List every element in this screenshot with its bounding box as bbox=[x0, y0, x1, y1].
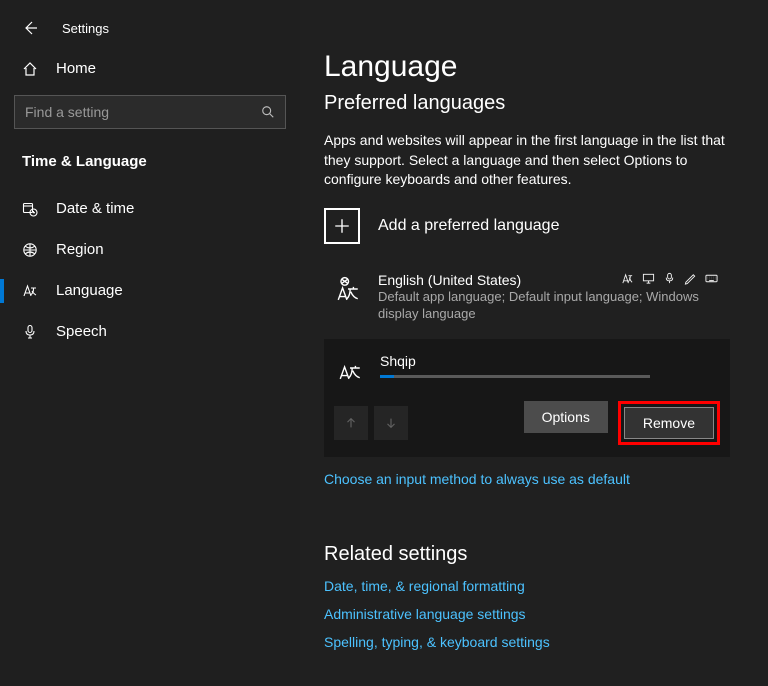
language-name: Shqip bbox=[380, 353, 720, 369]
language-meta: Default app language; Default input lang… bbox=[378, 288, 718, 323]
choose-input-link[interactable]: Choose an input method to always use as … bbox=[324, 471, 730, 487]
move-up-button[interactable] bbox=[334, 406, 368, 440]
home-icon bbox=[22, 61, 38, 77]
add-language-label: Add a preferred language bbox=[378, 217, 559, 235]
handwriting-badge-icon bbox=[684, 272, 697, 285]
sidebar-item-date-time[interactable]: Date & time bbox=[0, 188, 300, 229]
sidebar-item-label: Speech bbox=[56, 323, 107, 340]
sidebar-item-label: Region bbox=[56, 241, 104, 258]
related-link[interactable]: Date, time, & regional formatting bbox=[324, 578, 730, 594]
language-char-badge-icon bbox=[621, 272, 634, 285]
content: Language Preferred languages Apps and we… bbox=[300, 0, 768, 686]
language-icon bbox=[22, 283, 38, 299]
language-item-english[interactable]: English (United States) Default app lang… bbox=[324, 264, 730, 331]
related-link[interactable]: Spelling, typing, & keyboard settings bbox=[324, 634, 730, 650]
description: Apps and websites will appear in the fir… bbox=[324, 131, 730, 190]
sidebar-item-label: Date & time bbox=[56, 200, 134, 217]
home-label: Home bbox=[56, 60, 96, 77]
section-title: Time & Language bbox=[0, 141, 300, 188]
search-box[interactable] bbox=[14, 95, 286, 129]
header-row: Settings bbox=[0, 10, 300, 50]
display-badge-icon bbox=[642, 272, 655, 285]
search-input[interactable] bbox=[25, 104, 261, 120]
sidebar-item-region[interactable]: Region bbox=[0, 229, 300, 270]
language-character-icon bbox=[332, 276, 364, 302]
remove-button[interactable]: Remove bbox=[624, 407, 714, 439]
install-progress bbox=[380, 375, 650, 378]
related-link[interactable]: Administrative language settings bbox=[324, 606, 730, 622]
language-name: English (United States) bbox=[378, 272, 521, 288]
sidebar-item-language[interactable]: Language bbox=[0, 270, 300, 311]
remove-highlight: Remove bbox=[618, 401, 720, 445]
language-item-shqip[interactable]: Shqip Options Remove bbox=[324, 339, 730, 457]
sidebar-item-label: Language bbox=[56, 282, 123, 299]
subtitle: Preferred languages bbox=[324, 92, 730, 115]
back-icon[interactable] bbox=[22, 20, 38, 36]
search-icon bbox=[261, 105, 275, 119]
page-title: Language bbox=[324, 50, 730, 84]
related-settings-title: Related settings bbox=[324, 543, 730, 566]
calendar-clock-icon bbox=[22, 201, 38, 217]
settings-label: Settings bbox=[62, 21, 109, 36]
sidebar-item-speech[interactable]: Speech bbox=[0, 311, 300, 352]
globe-icon bbox=[22, 242, 38, 258]
plus-icon bbox=[324, 208, 360, 244]
move-down-button[interactable] bbox=[374, 406, 408, 440]
voice-badge-icon bbox=[663, 272, 676, 285]
language-badges bbox=[621, 272, 718, 285]
keyboard-badge-icon bbox=[705, 272, 718, 285]
microphone-icon bbox=[22, 324, 38, 340]
language-character-icon bbox=[334, 355, 366, 381]
sidebar: Settings Home Time & Language Date & tim… bbox=[0, 0, 300, 686]
sidebar-item-home[interactable]: Home bbox=[0, 50, 300, 91]
options-button[interactable]: Options bbox=[524, 401, 608, 433]
add-language-button[interactable]: Add a preferred language bbox=[324, 208, 730, 244]
